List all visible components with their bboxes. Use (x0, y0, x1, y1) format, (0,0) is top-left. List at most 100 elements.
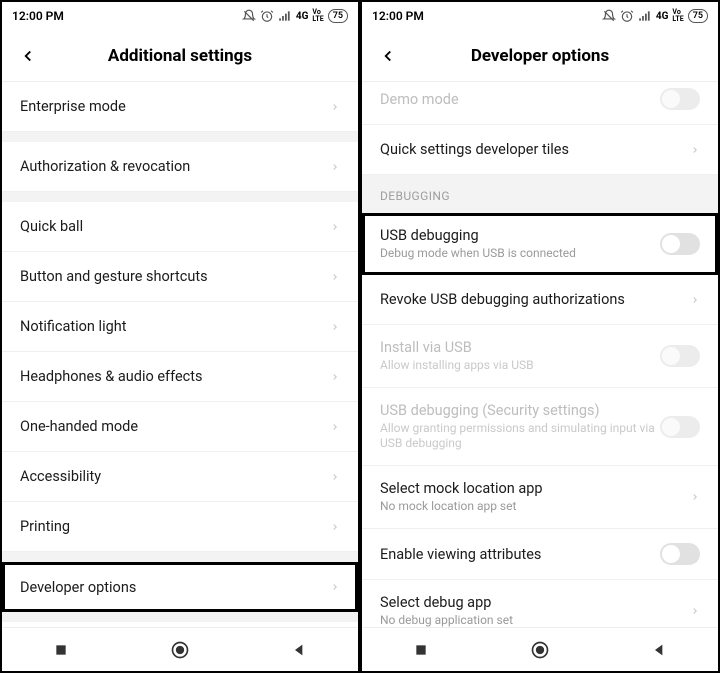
status-net-label: 4G (656, 11, 669, 22)
header: Additional settings (2, 30, 358, 82)
back-button[interactable] (376, 44, 400, 68)
row-main: Enterprise mode (20, 98, 322, 115)
settings-row-dbg-0[interactable]: USB debuggingDebug mode when USB is conn… (362, 213, 718, 275)
row-main: Developer options (20, 579, 322, 596)
status-volte-label: VoLTE (312, 9, 323, 23)
alarm-icon (260, 9, 274, 23)
nav-bar (2, 627, 358, 671)
row-main: Enable viewing attributes (380, 546, 660, 563)
row-title: Developer options (20, 579, 322, 596)
row-subtitle: No debug application set (380, 613, 682, 627)
row-main: Notification light (20, 318, 322, 335)
chevron-right-icon (330, 580, 340, 594)
square-icon (53, 642, 69, 658)
row-title: Select mock location app (380, 480, 682, 497)
chevron-right-icon (330, 370, 340, 384)
settings-row-3[interactable]: Button and gesture shortcuts (2, 252, 358, 302)
dnd-icon (602, 9, 616, 23)
settings-row-1[interactable]: Authorization & revocation (2, 142, 358, 192)
settings-row-dbg-6[interactable]: Select debug appNo debug application set (362, 580, 718, 627)
status-time: 12:00 PM (12, 9, 64, 23)
nav-home-button[interactable] (160, 630, 200, 670)
row-title: Authorization & revocation (20, 158, 322, 175)
nav-bar (362, 627, 718, 671)
status-bar: 12:00 PM 4G VoLTE 75 (2, 2, 358, 30)
chevron-right-icon (330, 220, 340, 234)
triangle-left-icon (291, 642, 307, 658)
settings-row-dbg-4[interactable]: Select mock location appNo mock location… (362, 466, 718, 529)
status-volte-label: VoLTE (672, 9, 683, 23)
settings-row-0[interactable]: Enterprise mode (2, 82, 358, 132)
page-title: Additional settings (40, 46, 320, 66)
row-title: USB debugging (380, 227, 660, 244)
settings-row-9[interactable]: Developer options (2, 562, 358, 612)
nav-back-button[interactable] (279, 630, 319, 670)
status-icons: 4G VoLTE 75 (602, 9, 708, 23)
circle-icon (170, 640, 190, 660)
row-subtitle: Allow installing apps via USB (380, 358, 660, 373)
settings-row-10[interactable]: Backup & reset (2, 622, 358, 627)
battery-indicator: 75 (688, 9, 708, 23)
row-main: Install via USBAllow installing apps via… (380, 339, 660, 373)
settings-row-dbg-3[interactable]: USB debugging (Security settings) Allow g… (362, 388, 718, 466)
nav-recent-button[interactable] (41, 630, 81, 670)
chevron-right-icon (330, 270, 340, 284)
settings-row-pre-0[interactable]: Quick settings developer tiles (362, 125, 718, 175)
circle-icon (530, 640, 550, 660)
toggle-switch[interactable] (660, 416, 700, 438)
row-main: Button and gesture shortcuts (20, 268, 322, 285)
chevron-right-icon (690, 490, 700, 504)
settings-row-6[interactable]: One-handed mode (2, 402, 358, 452)
row-main: Accessibility (20, 468, 322, 485)
row-title: USB debugging (Security settings) (380, 402, 660, 419)
settings-row-2[interactable]: Quick ball (2, 202, 358, 252)
back-button[interactable] (16, 44, 40, 68)
row-main: Headphones & audio effects (20, 368, 322, 385)
row-title: Quick ball (20, 218, 322, 235)
row-main: Revoke USB debugging authorizations (380, 291, 682, 308)
phone-right: 12:00 PM 4G VoLTE 75 Developer options D… (360, 0, 720, 673)
row-main: Quick settings developer tiles (380, 141, 682, 158)
row-main: One-handed mode (20, 418, 322, 435)
nav-home-button[interactable] (520, 630, 560, 670)
status-net-label: 4G (296, 11, 309, 22)
row-title: Accessibility (20, 468, 322, 485)
settings-row-dbg-5[interactable]: Enable viewing attributes (362, 529, 718, 580)
chevron-right-icon (330, 520, 340, 534)
row-main: Printing (20, 518, 322, 535)
dnd-icon (242, 9, 256, 23)
toggle-switch[interactable] (660, 345, 700, 367)
toggle-switch[interactable] (660, 233, 700, 255)
toggle-switch[interactable] (660, 88, 700, 110)
row-title: Headphones & audio effects (20, 368, 322, 385)
row-main: Demo mode (380, 91, 660, 108)
toggle-switch[interactable] (660, 543, 700, 565)
chevron-right-icon (690, 293, 700, 307)
row-subtitle: Allow granting permissions and simulatin… (380, 421, 660, 451)
settings-row-demo-mode[interactable]: Demo mode (362, 82, 718, 125)
chevron-left-icon (19, 47, 37, 65)
signal-icon (638, 9, 652, 23)
status-time: 12:00 PM (372, 9, 424, 23)
chevron-left-icon (379, 47, 397, 65)
settings-row-4[interactable]: Notification light (2, 302, 358, 352)
phone-left: 12:00 PM 4G VoLTE 75 Additional settings… (0, 0, 360, 673)
row-title: Enable viewing attributes (380, 546, 660, 563)
chevron-right-icon (330, 320, 340, 334)
row-title: Notification light (20, 318, 322, 335)
settings-row-7[interactable]: Accessibility (2, 452, 358, 502)
settings-row-dbg-1[interactable]: Revoke USB debugging authorizations (362, 275, 718, 325)
status-icons: 4G VoLTE 75 (242, 9, 348, 23)
row-title: Quick settings developer tiles (380, 141, 682, 158)
settings-row-8[interactable]: Printing (2, 502, 358, 552)
settings-list[interactable]: Enterprise mode Authorization & revocatio… (2, 82, 358, 627)
section-header-debugging: DEBUGGING (362, 175, 718, 213)
settings-list[interactable]: Demo mode Quick settings developer tiles D… (362, 82, 718, 627)
nav-recent-button[interactable] (401, 630, 441, 670)
settings-row-5[interactable]: Headphones & audio effects (2, 352, 358, 402)
signal-icon (278, 9, 292, 23)
nav-back-button[interactable] (639, 630, 679, 670)
chevron-right-icon (330, 470, 340, 484)
row-title: Demo mode (380, 91, 660, 108)
settings-row-dbg-2[interactable]: Install via USBAllow installing apps via… (362, 325, 718, 388)
